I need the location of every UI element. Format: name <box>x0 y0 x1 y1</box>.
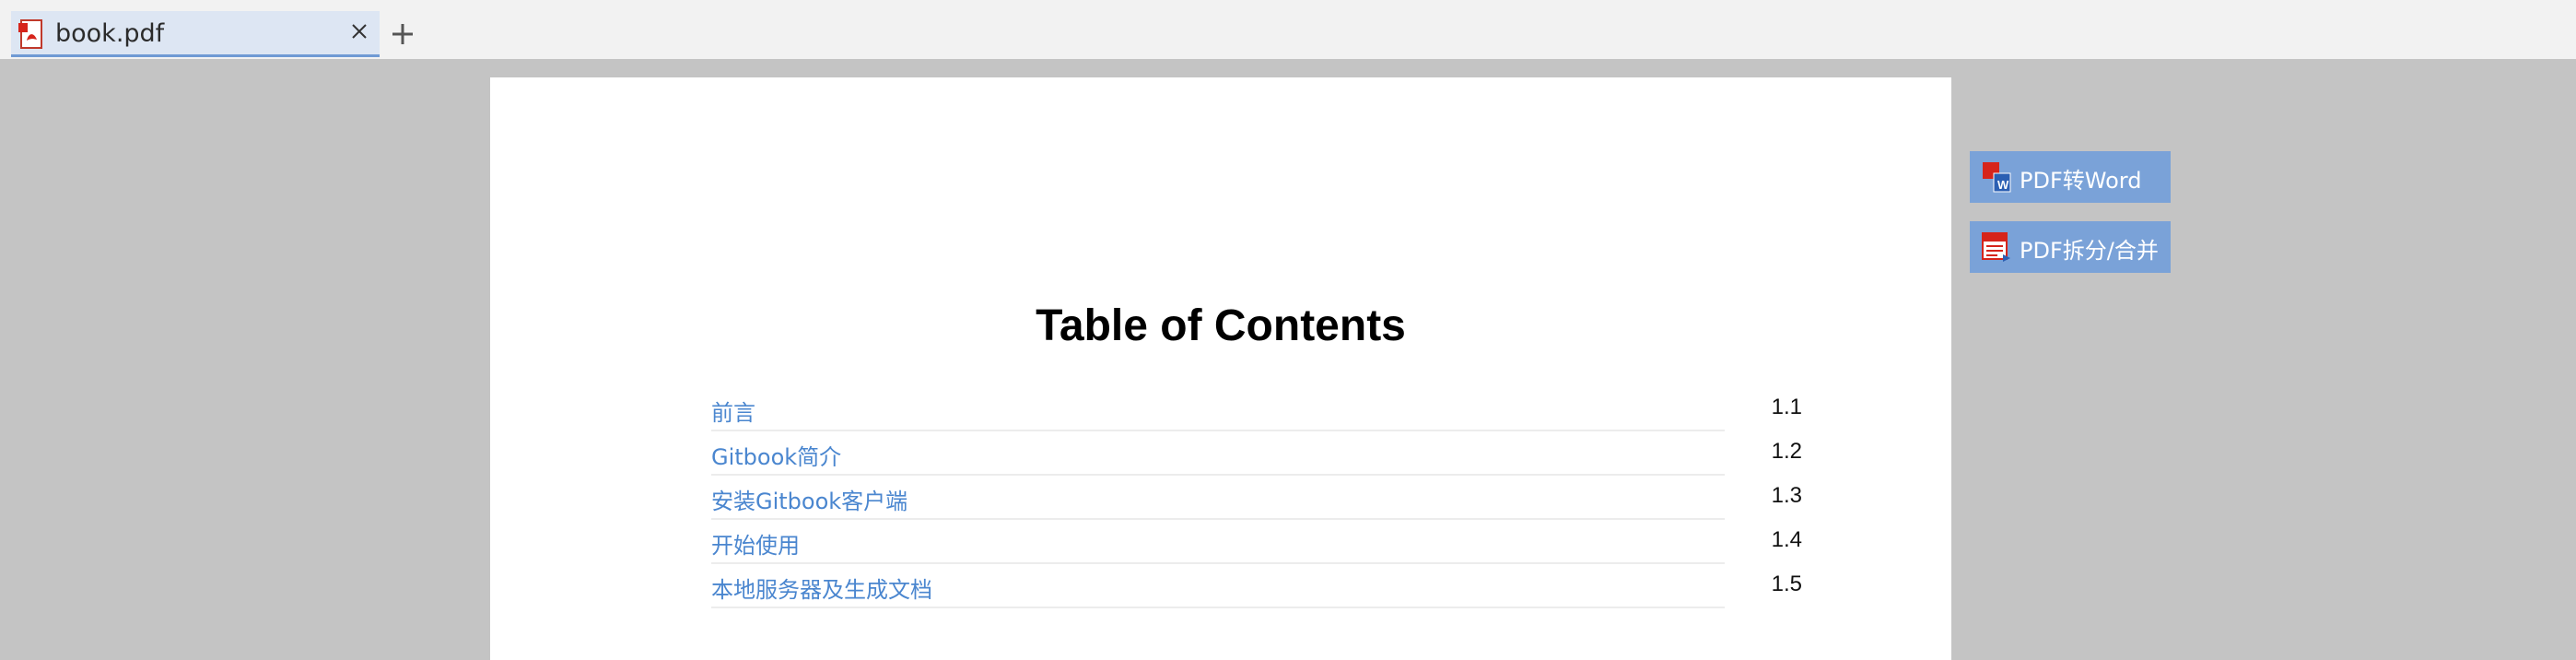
tab-label: book.pdf <box>55 19 165 48</box>
pdf-file-icon <box>18 19 42 49</box>
toc-number: 1.2 <box>1771 439 1802 464</box>
svg-text:W: W <box>1997 178 2009 192</box>
toc-row: 前言 1.1 <box>711 387 1802 431</box>
toc-link[interactable]: 本地服务器及生成文档 <box>711 572 932 604</box>
pdf-to-word-icon: W <box>1983 162 2011 193</box>
toc-row: Gitbook简介 1.2 <box>711 431 1802 476</box>
divider <box>711 607 1725 608</box>
pdf-to-word-button[interactable]: W PDF转Word <box>1970 151 2171 203</box>
toc-link[interactable]: Gitbook简介 <box>711 439 841 471</box>
toc-number: 1.4 <box>1771 527 1802 552</box>
pdf-split-merge-icon <box>1982 232 2010 262</box>
close-icon[interactable] <box>348 20 370 42</box>
tab-book-pdf[interactable]: book.pdf <box>11 11 380 57</box>
pdf-split-merge-label: PDF拆分/合并 <box>2020 238 2159 264</box>
toc-number: 1.3 <box>1771 483 1802 508</box>
toc-link[interactable]: 前言 <box>711 395 755 427</box>
pdf-page: Table of Contents 前言 1.1 Gitbook简介 1.2 安… <box>490 77 1951 660</box>
tab-bar: book.pdf <box>0 0 2576 59</box>
toc-number: 1.5 <box>1771 572 1802 596</box>
toc-link[interactable]: 开始使用 <box>711 527 800 560</box>
toc-row: 开始使用 1.4 <box>711 520 1802 564</box>
toc-list: 前言 1.1 Gitbook简介 1.2 安装Gitbook客户端 1.3 开始… <box>711 387 1802 608</box>
toc-row: 本地服务器及生成文档 1.5 <box>711 564 1802 608</box>
page-title: Table of Contents <box>1036 301 1406 350</box>
toc-link[interactable]: 安装Gitbook客户端 <box>711 483 907 515</box>
plus-icon[interactable] <box>387 18 418 50</box>
pdf-to-word-label: PDF转Word <box>2020 168 2142 194</box>
toc-number: 1.1 <box>1771 395 1802 419</box>
toc-row: 安装Gitbook客户端 1.3 <box>711 476 1802 520</box>
pdf-split-merge-button[interactable]: PDF拆分/合并 <box>1970 221 2171 273</box>
